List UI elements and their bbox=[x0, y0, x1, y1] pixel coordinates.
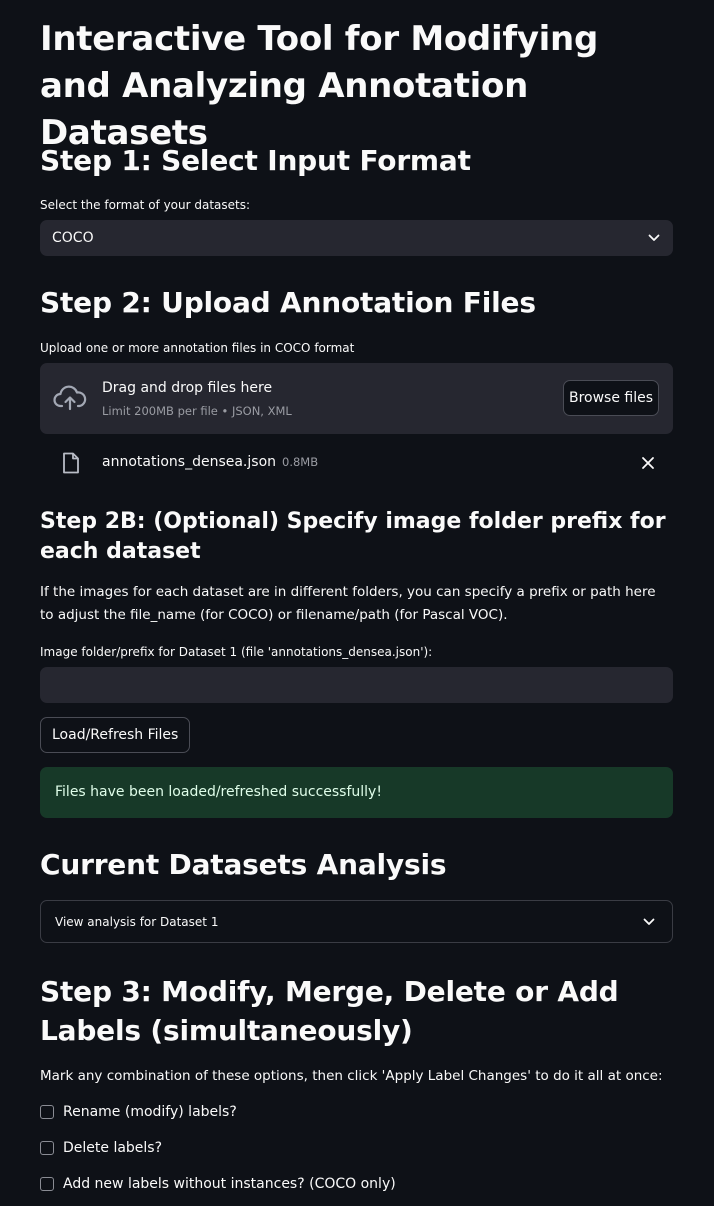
analysis-heading: Current Datasets Analysis bbox=[40, 848, 447, 881]
dropzone-title: Drag and drop files here bbox=[102, 380, 273, 396]
close-icon[interactable] bbox=[639, 454, 657, 472]
prefix-input-label: Image folder/prefix for Dataset 1 (file … bbox=[40, 645, 433, 659]
load-refresh-button[interactable]: Load/Refresh Files bbox=[40, 717, 191, 753]
page-title: Interactive Tool for Modifying and Analy… bbox=[40, 19, 598, 153]
expander-label: View analysis for Dataset 1 bbox=[55, 914, 219, 929]
cloud-upload-icon bbox=[53, 384, 87, 412]
format-select-label: Select the format of your datasets: bbox=[40, 198, 251, 212]
checkbox-label: Add new labels without instances? (COCO … bbox=[63, 1176, 396, 1192]
app-page: Interactive Tool for Modifying and Analy… bbox=[0, 0, 714, 1206]
checkbox-label: Rename (modify) labels? bbox=[63, 1104, 237, 1120]
step2-heading: Step 2: Upload Annotation Files bbox=[40, 286, 536, 319]
chevron-down-icon bbox=[647, 231, 661, 245]
format-select-value: COCO bbox=[52, 230, 94, 246]
chevron-down-icon bbox=[642, 915, 656, 929]
uploaded-file-row: annotations_densea.json 0.8MB bbox=[40, 445, 673, 481]
file-dropzone[interactable]: Drag and drop files here Limit 200MB per… bbox=[40, 363, 673, 434]
checkbox-box[interactable] bbox=[40, 1105, 54, 1119]
rename-labels-checkbox[interactable]: Rename (modify) labels? bbox=[40, 1102, 237, 1122]
uploaded-file-size: 0.8MB bbox=[282, 455, 319, 469]
dataset-analysis-expander[interactable]: View analysis for Dataset 1 bbox=[40, 900, 673, 943]
format-select[interactable]: COCO bbox=[40, 220, 673, 256]
file-icon bbox=[62, 452, 80, 474]
upload-label: Upload one or more annotation files in C… bbox=[40, 341, 355, 355]
add-labels-checkbox[interactable]: Add new labels without instances? (COCO … bbox=[40, 1174, 396, 1194]
step2b-heading: Step 2B: (Optional) Specify image folder… bbox=[40, 509, 666, 564]
uploaded-file-name: annotations_densea.json bbox=[102, 454, 277, 470]
delete-labels-checkbox[interactable]: Delete labels? bbox=[40, 1138, 162, 1158]
dropzone-limit-text: Limit 200MB per file • JSON, XML bbox=[102, 404, 292, 418]
checkbox-box[interactable] bbox=[40, 1141, 54, 1155]
step2b-description: If the images for each dataset are in di… bbox=[40, 584, 656, 623]
checkbox-box[interactable] bbox=[40, 1177, 54, 1191]
step1-heading: Step 1: Select Input Format bbox=[40, 144, 471, 177]
checkbox-label: Delete labels? bbox=[63, 1140, 163, 1156]
step3-description: Mark any combination of these options, t… bbox=[40, 1068, 663, 1084]
browse-files-button[interactable]: Browse files bbox=[563, 380, 659, 416]
prefix-input[interactable] bbox=[40, 667, 673, 703]
success-alert: Files have been loaded/refreshed success… bbox=[40, 767, 673, 818]
step3-heading: Step 3: Modify, Merge, Delete or Add Lab… bbox=[40, 975, 619, 1047]
